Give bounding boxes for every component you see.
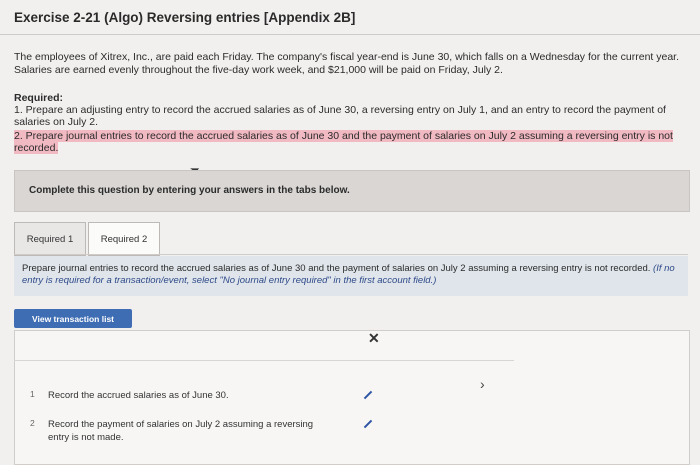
- complete-question-bar: Complete this question by entering your …: [14, 170, 690, 212]
- complete-question-text: Complete this question by entering your …: [29, 185, 350, 196]
- panel-divider: [14, 360, 514, 361]
- required-item-1: 1. Prepare an adjusting entry to record …: [14, 104, 666, 128]
- transaction-number: 2: [30, 418, 35, 428]
- title-divider: [0, 34, 700, 35]
- required-heading: Required:: [14, 92, 64, 104]
- view-transaction-list-button[interactable]: View transaction list: [14, 309, 132, 328]
- tab-divider: [14, 254, 688, 255]
- problem-intro: The employees of Xitrex, Inc., are paid …: [14, 51, 680, 76]
- instruction-paragraph: Prepare journal entries to record the ac…: [22, 263, 686, 286]
- instruction-text: Prepare journal entries to record the ac…: [22, 263, 651, 274]
- close-icon[interactable]: ✕: [368, 330, 380, 347]
- transaction-text: Record the payment of salaries on July 2…: [48, 419, 314, 443]
- transaction-number: 1: [30, 389, 35, 399]
- instruction-box: Prepare journal entries to record the ac…: [14, 256, 688, 296]
- tab-required-2[interactable]: Required 2: [88, 222, 160, 256]
- tab-required-1[interactable]: Required 1: [14, 222, 86, 256]
- required-item-2: 2. Prepare journal entries to record the…: [14, 130, 674, 154]
- transaction-text: Record the accrued salaries as of June 3…: [48, 390, 229, 401]
- required-item-2-text: 2. Prepare journal entries to record the…: [14, 130, 673, 154]
- page-title: Exercise 2-21 (Algo) Reversing entries […: [14, 10, 356, 25]
- chevron-right-icon[interactable]: ›: [480, 376, 485, 392]
